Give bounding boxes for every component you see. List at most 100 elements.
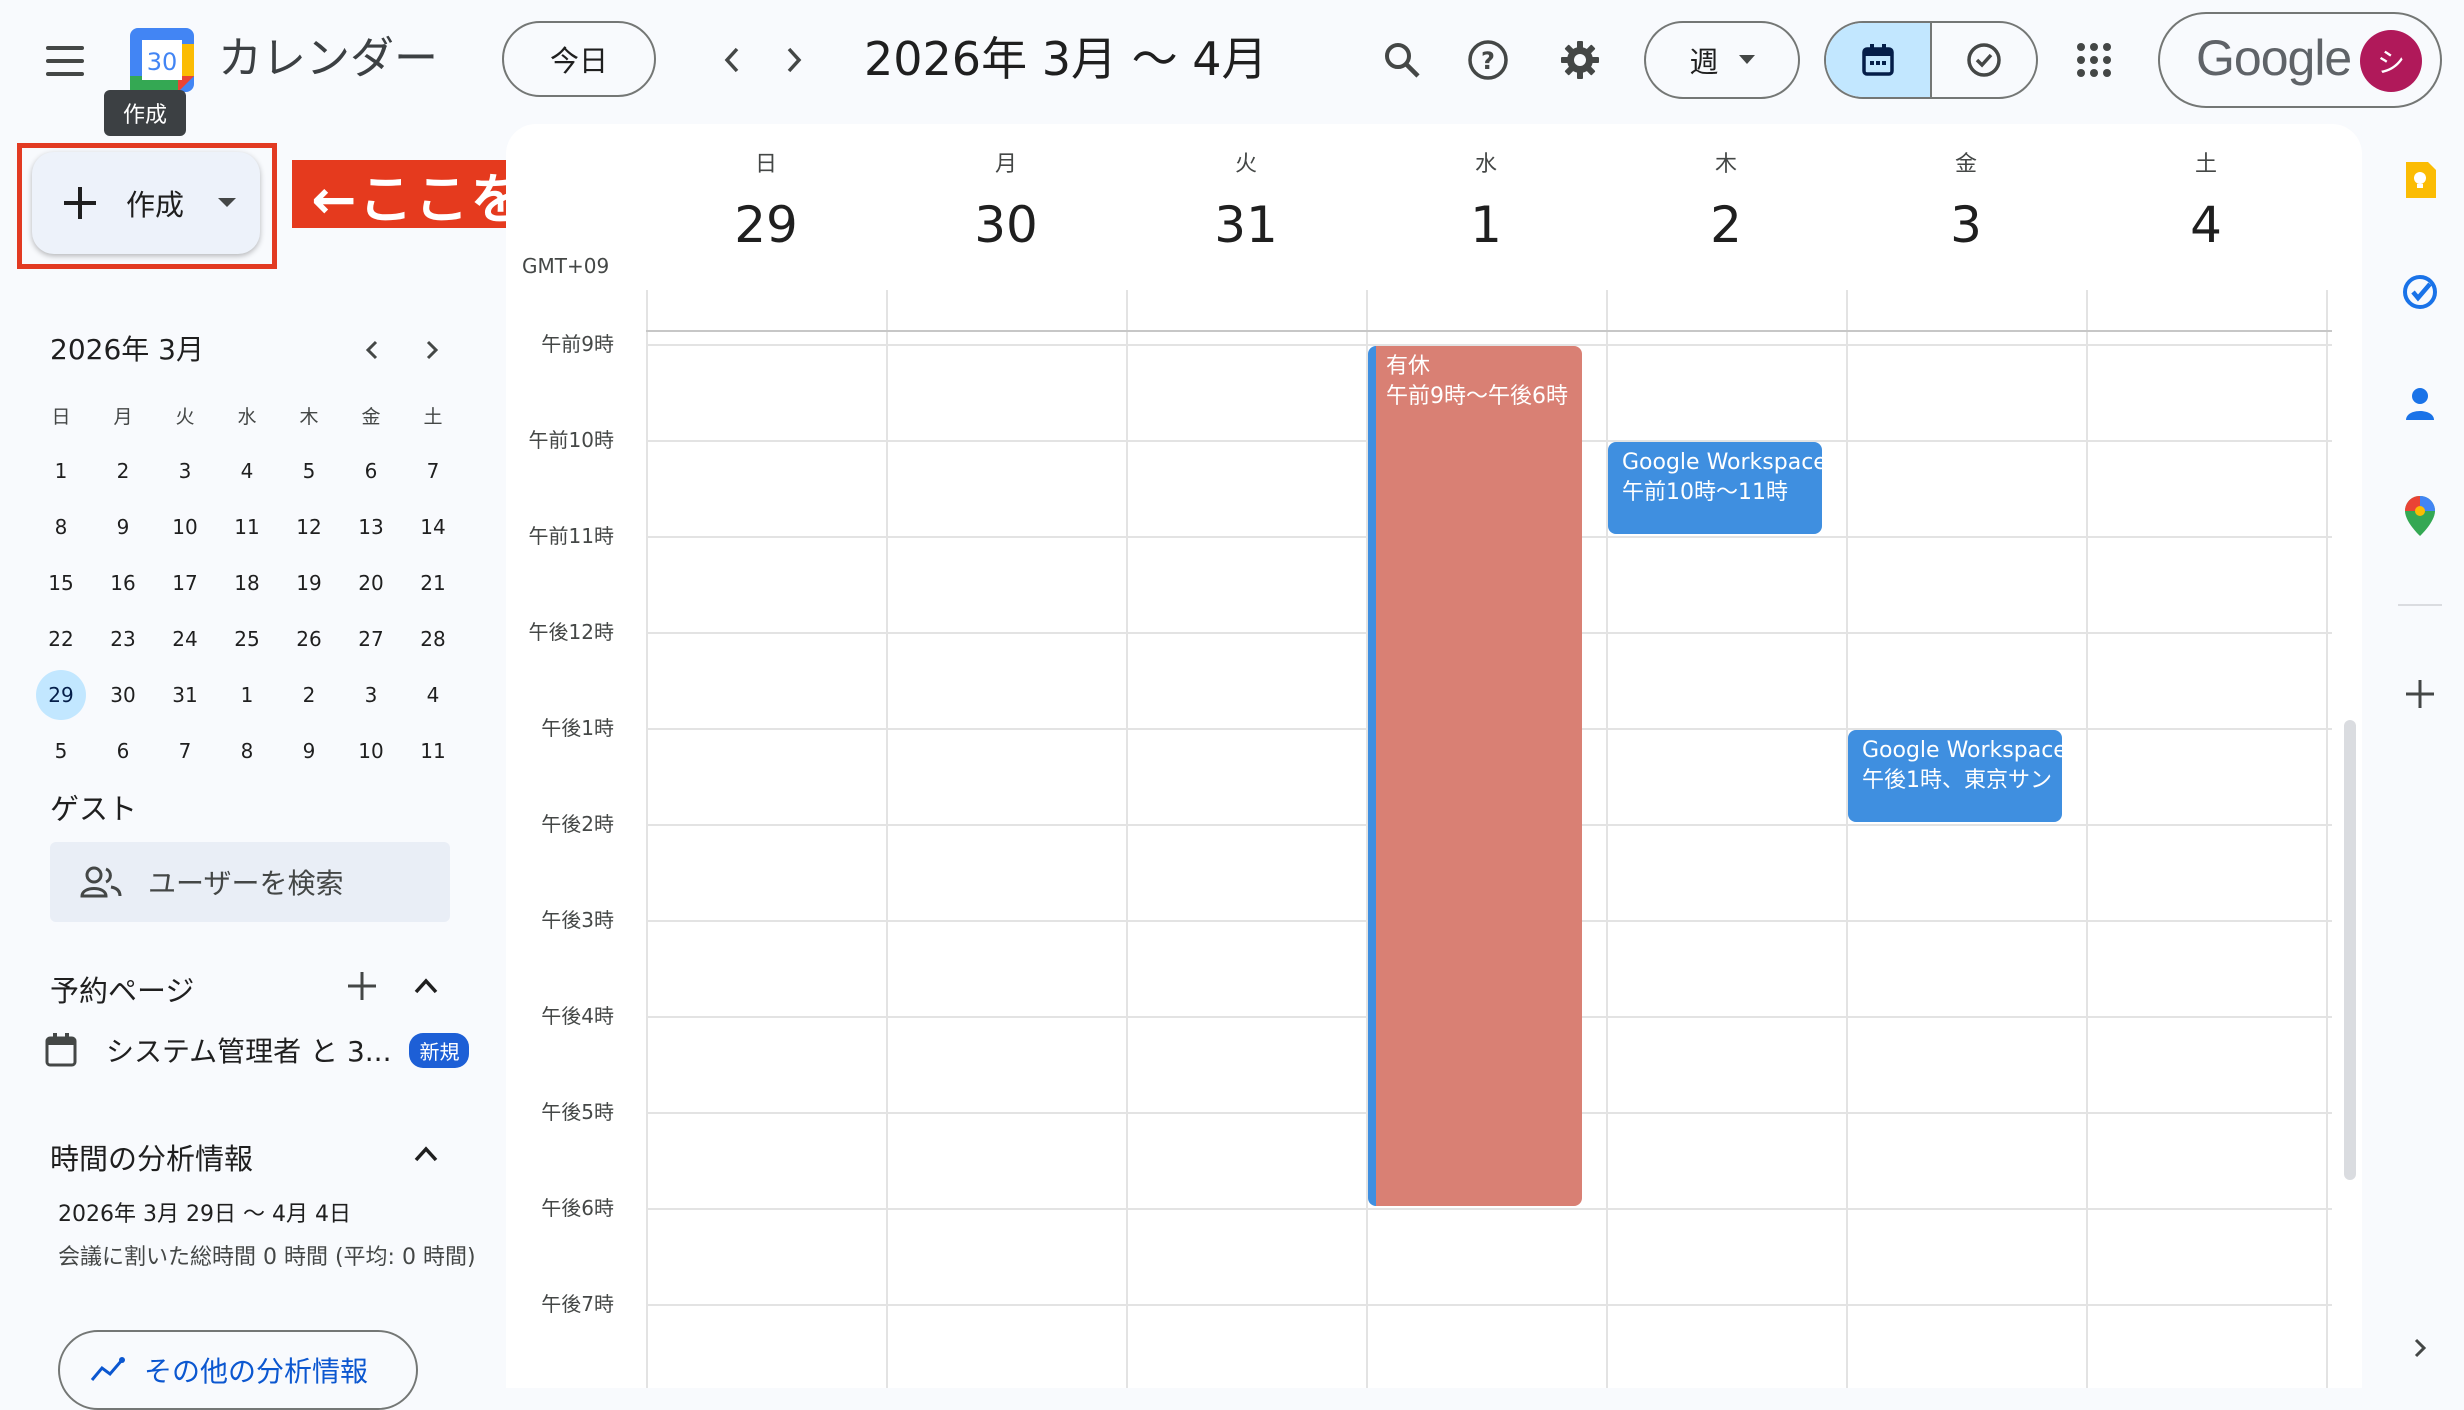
mini-day[interactable]: 25 [222,614,272,664]
expand-side-panel-button[interactable] [2400,1328,2440,1368]
contacts-button[interactable] [2400,384,2440,424]
avatar[interactable]: シ [2360,30,2422,92]
mini-day[interactable]: 4 [222,446,272,496]
mini-weekday-label: 木 [299,405,319,428]
mini-day[interactable]: 18 [222,558,272,608]
mini-day[interactable]: 31 [160,670,210,720]
help-button[interactable]: ? [1466,38,1510,82]
maps-button[interactable] [2400,496,2440,536]
mini-day[interactable]: 19 [284,558,334,608]
guest-search-input[interactable]: ユーザーを検索 [50,842,450,922]
mini-day[interactable]: 6 [346,446,396,496]
mini-day[interactable]: 12 [284,502,334,552]
mini-day[interactable]: 11 [222,502,272,552]
booking-page-item[interactable]: システム管理者 と 3... 新規 [44,1030,470,1070]
event-paid-leave[interactable]: 有休 午前9時〜午後6時 [1368,346,1582,1206]
add-addon-button[interactable] [2400,674,2440,714]
search-button[interactable] [1380,38,1424,82]
mini-weekday-label: 水 [237,405,257,428]
view-selector[interactable]: 週 [1644,21,1800,99]
mini-calendar-title: 2026年 3月 [50,333,204,366]
tasks-view-toggle[interactable] [1932,23,2036,97]
mini-day[interactable]: 6 [98,726,148,776]
main-menu-button[interactable] [46,46,84,76]
day-number[interactable]: 3 [1846,196,2086,254]
mini-day[interactable]: 5 [284,446,334,496]
mini-day[interactable]: 22 [36,614,86,664]
add-booking-button[interactable] [344,968,380,1004]
mini-day[interactable]: 17 [160,558,210,608]
mini-day[interactable]: 8 [36,502,86,552]
collapse-booking-button[interactable] [408,968,444,1004]
mini-day[interactable]: 15 [36,558,86,608]
day-number[interactable]: 30 [886,196,1126,254]
mini-day[interactable]: 7 [408,446,458,496]
day-header[interactable]: 月 30 [886,146,1126,254]
calendar-view-toggle[interactable] [1826,23,1932,97]
keep-icon [2406,162,2436,198]
mini-day[interactable]: 10 [346,726,396,776]
account-switcher[interactable]: Google シ [2158,12,2442,108]
mini-day[interactable]: 23 [98,614,148,664]
mini-day[interactable]: 26 [284,614,334,664]
day-number[interactable]: 1 [1366,196,1606,254]
mini-day[interactable]: 1 [36,446,86,496]
mini-day[interactable]: 9 [98,502,148,552]
mini-day[interactable]: 13 [346,502,396,552]
mini-day[interactable]: 28 [408,614,458,664]
day-header[interactable]: 土4 [2086,146,2326,254]
today-button[interactable]: 今日 [502,21,656,97]
mini-day[interactable]: 9 [284,726,334,776]
grid-scrollbar[interactable] [2344,720,2356,1180]
mini-prev-month-button[interactable] [354,332,390,368]
hour-line [646,1208,2332,1210]
day-header[interactable]: 金3 [1846,146,2086,254]
mini-day[interactable]: 27 [346,614,396,664]
mini-day[interactable]: 11 [408,726,458,776]
mini-day[interactable]: 1 [222,670,272,720]
more-analytics-label: その他の分析情報 [144,1355,369,1388]
mini-day[interactable]: 14 [408,502,458,552]
guest-search-placeholder: ユーザーを検索 [148,867,344,900]
mini-day[interactable]: 21 [408,558,458,608]
mini-day[interactable]: 24 [160,614,210,664]
mini-day[interactable]: 30 [98,670,148,720]
next-week-button[interactable] [776,40,812,80]
mini-day-selected[interactable]: 29 [36,670,86,720]
event-time: 午前9時〜午後6時 [1386,384,1568,409]
mini-day[interactable]: 4 [408,670,458,720]
mini-day[interactable]: 5 [36,726,86,776]
mini-day[interactable]: 20 [346,558,396,608]
mini-day[interactable]: 8 [222,726,272,776]
new-badge: 新規 [409,1032,470,1068]
day-header[interactable]: 火 31 [1126,146,1366,254]
mini-day[interactable]: 7 [160,726,210,776]
mini-day[interactable]: 2 [98,446,148,496]
apps-grid-button[interactable] [2076,42,2112,78]
help-icon: ? [1468,40,1508,80]
mini-day[interactable]: 3 [346,670,396,720]
day-number[interactable]: 31 [1126,196,1366,254]
settings-button[interactable] [1558,38,1602,82]
mini-next-month-button[interactable] [414,332,450,368]
event-google-workspace[interactable]: Google Workspace 午後1時、東京サン [1848,730,2062,822]
keep-button[interactable] [2400,160,2440,200]
day-number[interactable]: 29 [646,196,886,254]
booking-item-label: システム管理者 と 3... [106,1035,392,1068]
collapse-analytics-button[interactable] [408,1136,444,1172]
day-header[interactable]: 日 29 [646,146,886,254]
day-header[interactable]: 木2 [1606,146,1846,254]
mini-day[interactable]: 10 [160,502,210,552]
mini-day[interactable]: 3 [160,446,210,496]
create-tooltip: 作成 [104,90,186,136]
mini-day[interactable]: 2 [284,670,334,720]
prev-week-button[interactable] [714,40,750,80]
tasks-button[interactable] [2400,272,2440,312]
day-number[interactable]: 4 [2086,196,2326,254]
more-analytics-button[interactable]: その他の分析情報 [58,1330,418,1410]
day-number[interactable]: 2 [1606,196,1846,254]
event-google-workspace[interactable]: Google Workspace 午前10時〜11時 [1608,442,1822,534]
mini-day[interactable]: 16 [98,558,148,608]
day-header[interactable]: 水1 [1366,146,1606,254]
week-grid: GMT+09 日 29 月 30 火 31 水 1 木 2 金 3 土 4 午前9時 午前10時 午前11時 午後… [506,124,2362,1388]
